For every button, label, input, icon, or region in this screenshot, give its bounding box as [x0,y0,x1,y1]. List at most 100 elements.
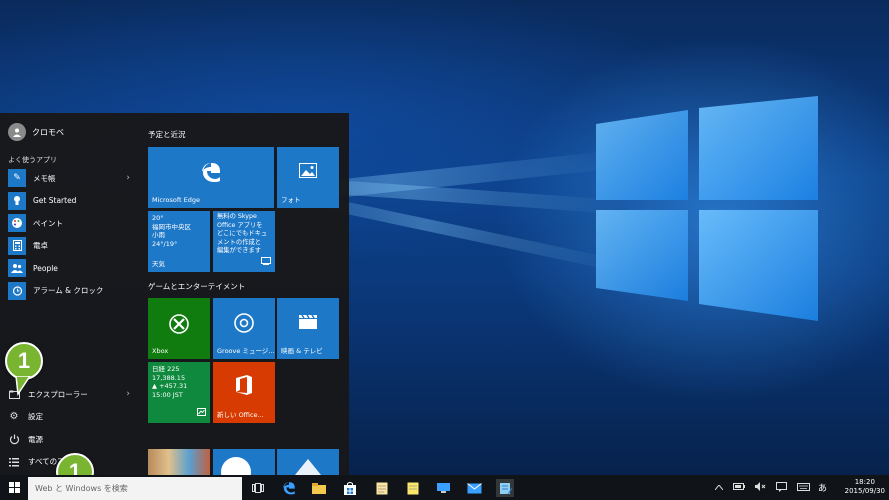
start-menu: クロモベ よく使うアプリ ✎ メモ帳 › Get Started ペイント 電卓… [0,113,349,475]
start-button[interactable] [0,475,28,500]
task-view-button[interactable] [249,479,267,497]
show-hidden-icons-chevron-up-icon[interactable] [714,483,724,492]
taskbar: Web と Windows を検索 あ 18:20 2015/09/30 [0,475,889,500]
most-used-list: ✎ メモ帳 › Get Started ペイント 電卓 People アラーム … [8,167,136,302]
tile-group-title-games: ゲームとエンターテイメント [148,282,246,291]
folder-icon [312,482,326,494]
tile-partial-photo[interactable] [148,449,210,475]
partial-tile-icon [295,459,321,475]
office-promo-line: 無料の Skype [217,213,257,220]
all-apps-icon [8,456,20,468]
tile-xbox[interactable]: Xbox [148,298,210,359]
user-avatar-icon [8,123,26,141]
ime-mode-indicator[interactable]: あ [818,481,827,494]
office-logo-icon [213,374,275,396]
tile-label: 映画 & テレビ [281,347,323,355]
money-index-time: 15:00 JST [152,390,183,399]
note-icon [376,482,388,494]
chevron-right-icon[interactable]: › [126,389,130,399]
app-label: People [33,263,58,273]
clock-date: 2015/09/30 [844,487,885,495]
partial-tile-icon [221,457,251,475]
weather-range: 24°/19° [152,239,178,248]
tile-partial-solitaire[interactable] [277,449,339,475]
chevron-right-icon[interactable]: › [126,173,130,183]
tile-label: Groove ミュージ... [217,347,275,355]
movies-clapper-icon [277,314,339,330]
system-tray: あ [714,475,827,500]
badge-pointer [15,376,31,396]
network-computer-icon [436,483,450,493]
notepad-icon: ✎ [8,169,26,188]
start-menu-left-column: クロモベ よく使うアプリ ✎ メモ帳 › Get Started ペイント 電卓… [0,113,140,475]
notepad-icon [499,482,512,494]
volume-muted-icon[interactable] [755,482,766,493]
taskbar-file-explorer[interactable] [310,479,328,497]
settings-item[interactable]: ⚙ 設定 [8,406,136,429]
tile-label: フォト [281,196,301,204]
store-bag-icon [344,481,356,495]
photos-icon [277,163,339,178]
clock-time: 18:20 [854,478,875,486]
settings-label: 設定 [28,412,43,422]
lightbulb-icon [8,191,26,210]
tile-money[interactable]: 日経 225 17,388.15 ▲ +457.31 15:00 JST [148,362,210,423]
tile-photos[interactable]: フォト [277,147,339,208]
app-label: ペイント [33,218,63,228]
tile-groove-music[interactable]: Groove ミュージ... [213,298,275,359]
app-calculator[interactable]: 電卓 [8,235,136,258]
calculator-icon [8,236,26,255]
settings-gear-icon: ⚙ [9,411,19,423]
app-people[interactable]: People [8,257,136,280]
user-account[interactable]: クロモベ [8,123,64,141]
edge-icon [148,161,274,183]
app-get-started[interactable]: Get Started [8,190,136,213]
alarm-clock-icon [8,281,26,300]
power-icon [8,433,20,445]
battery-icon[interactable] [733,483,745,492]
tile-label: Xbox [152,347,169,355]
tile-weather[interactable]: 20° 福岡市中央区 小雨 24°/19° 天気 [148,211,210,272]
tile-label: Microsoft Edge [152,196,201,204]
tile-label: 新しい Office... [217,411,264,419]
action-center-message-icon[interactable] [776,481,787,494]
clock[interactable]: 18:20 2015/09/30 [845,478,885,496]
user-name: クロモベ [32,127,64,137]
tile-get-office-app[interactable]: 新しい Office... [213,362,275,423]
money-chart-icon [197,401,206,420]
power-item[interactable]: 電源 [8,428,136,451]
weather-condition: 小雨 [152,231,165,239]
tile-microsoft-edge[interactable]: Microsoft Edge [148,147,274,208]
app-notepad[interactable]: ✎ メモ帳 › [8,167,136,190]
app-label: 電卓 [33,241,48,251]
sticky-note-icon [407,482,419,494]
office-promo-line: どこにでもドキュ [217,230,268,238]
windows-start-icon [8,482,20,493]
money-index-change: ▲ +457.31 [152,382,188,391]
taskbar-app-stickynotes[interactable] [404,479,422,497]
taskbar-app-notes[interactable] [373,479,391,497]
taskbar-edge[interactable] [280,479,298,497]
groove-music-icon [213,313,275,333]
office-promo-icon [261,250,271,269]
search-box[interactable]: Web と Windows を検索 [28,477,242,500]
tile-movies-tv[interactable]: 映画 & テレビ [277,298,339,359]
edge-icon [283,482,295,495]
tile-group-title-life: 予定と近況 [148,130,186,139]
money-index-title: 日経 225 [152,365,180,373]
taskbar-mail[interactable] [465,479,483,497]
tile-get-office[interactable]: 無料の Skype Office アプリを どこにでもドキュ メントの作成と 編… [213,211,275,272]
taskbar-app-network[interactable] [434,479,452,497]
taskbar-notepad[interactable] [496,479,514,497]
touch-keyboard-icon[interactable] [797,482,810,493]
power-label: 電源 [28,434,43,444]
xbox-icon [148,314,210,334]
app-alarms-clock[interactable]: アラーム & クロック [8,280,136,303]
app-paint[interactable]: ペイント [8,212,136,235]
office-promo-line: 編集ができます [217,247,262,255]
app-label: アラーム & クロック [33,286,104,296]
app-label: メモ帳 [33,173,56,183]
tile-partial-store[interactable] [213,449,275,475]
taskbar-store[interactable] [341,479,359,497]
mail-icon [466,482,482,493]
